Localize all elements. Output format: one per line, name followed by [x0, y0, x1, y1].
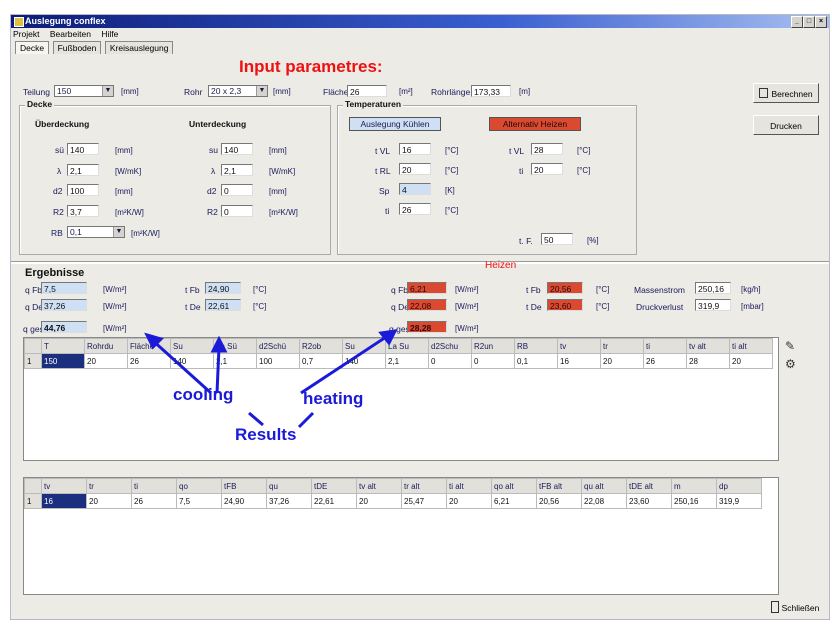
application-window: Auslegung conflex _ □ × Projekt Bearbeit… [10, 14, 830, 620]
cooling-annotation: cooling [173, 385, 234, 404]
arrow-results-right [297, 411, 315, 429]
heating-annotation: heating [303, 389, 364, 408]
arrow-head-icon [210, 335, 228, 353]
arrow-results-left [248, 411, 264, 427]
arrow-head-icon [378, 329, 398, 346]
results-annotation: Results [235, 425, 297, 444]
arrow-heating [300, 333, 390, 395]
annotation-arrows [144, 329, 398, 429]
